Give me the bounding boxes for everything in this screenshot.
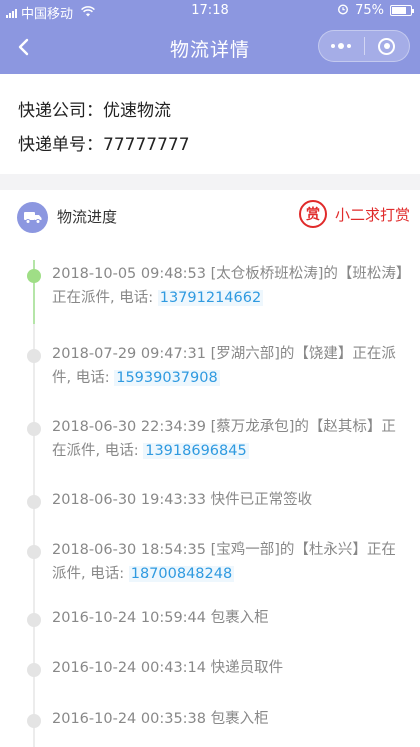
- mini-program-capsule: [318, 30, 410, 62]
- progress-title: 物流进度: [57, 208, 118, 226]
- timeline-event: 2018-06-30 22:34:39 [蔡万龙承包]的【赵其标】正在派件, 电…: [52, 415, 406, 463]
- reward-label: 小二求打赏: [334, 205, 410, 224]
- company-value: 优速物流: [103, 101, 171, 121]
- status-right: 75%: [337, 3, 414, 18]
- target-icon: [378, 37, 396, 55]
- close-button[interactable]: [365, 31, 410, 61]
- event-text: 2016-10-24 10:59:44 包裹入柜: [52, 610, 269, 626]
- timeline-event: 2018-10-05 09:48:53 [太仓板桥班松涛]的【班松涛】正在派件,…: [52, 262, 406, 310]
- event-phone-link[interactable]: 13791214662: [157, 290, 264, 306]
- timeline-dot: [27, 422, 41, 436]
- timeline-dot: [27, 349, 41, 363]
- timeline-event: 2016-10-24 10:59:44 包裹入柜: [52, 606, 406, 630]
- battery-icon: [390, 5, 414, 16]
- timeline-event: 2018-06-30 18:54:35 [宝鸡一部]的【杜永兴】正在派件, 电话…: [52, 538, 406, 586]
- status-bar: 中国移动 17:18 75%: [0, 0, 420, 22]
- event-phone-link[interactable]: 13918696845: [143, 443, 249, 459]
- nav-bar: 物流详情: [0, 22, 420, 74]
- tracking-number-value: 77777777: [103, 135, 190, 155]
- event-text: 2018-07-29 09:47:31 [罗湖六部]的【饶建】正在派件, 电话:: [52, 346, 396, 386]
- section-gap: [0, 174, 420, 190]
- timeline-event: 2018-06-30 19:43:33 快件已正常签收: [52, 488, 406, 512]
- event-phone-link[interactable]: 18700848248: [128, 566, 235, 582]
- event-text: 2016-10-24 00:43:14 快递员取件: [52, 660, 284, 676]
- timeline-dot-active: [27, 269, 41, 283]
- shipment-info-card: 快递公司：优速物流 快递单号：77777777: [0, 74, 420, 174]
- timeline-event: 2016-10-24 00:43:14 快递员取件: [52, 656, 406, 680]
- truck-icon: [17, 202, 48, 233]
- timeline-dot: [27, 545, 41, 559]
- event-phone-link[interactable]: 15939037908: [114, 370, 220, 386]
- company-row: 快递公司：优速物流: [18, 94, 420, 128]
- timeline-dot: [27, 714, 41, 728]
- timeline-dot: [27, 495, 41, 509]
- timeline-event: 2016-10-24 00:35:38 包裹入柜: [52, 707, 406, 731]
- logistics-progress: 物流进度 赏 小二求打赏 2018-10-05 09:48:53 [太仓板桥班松…: [0, 190, 420, 747]
- battery-percent: 75%: [355, 3, 384, 18]
- progress-header: 物流进度 赏 小二求打赏: [0, 190, 420, 246]
- timeline-event: 2018-07-29 09:47:31 [罗湖六部]的【饶建】正在派件, 电话:…: [52, 342, 406, 390]
- timeline-dot: [27, 613, 41, 627]
- timeline-dot: [27, 663, 41, 677]
- event-text: 2018-06-30 19:43:33 快件已正常签收: [52, 492, 313, 508]
- event-text: 2016-10-24 00:35:38 包裹入柜: [52, 711, 269, 727]
- tracking-number-label: 快递单号：: [18, 135, 103, 155]
- tracking-number-row: 快递单号：77777777: [18, 128, 420, 162]
- reward-button[interactable]: 赏 小二求打赏: [298, 200, 410, 228]
- company-label: 快递公司：: [18, 101, 103, 121]
- more-button[interactable]: [319, 31, 364, 61]
- top-header: 中国移动 17:18 75% 物流详情: [0, 0, 420, 74]
- more-dots-icon: [331, 43, 352, 49]
- reward-badge-icon: 赏: [298, 200, 327, 228]
- alarm-icon: [337, 3, 349, 18]
